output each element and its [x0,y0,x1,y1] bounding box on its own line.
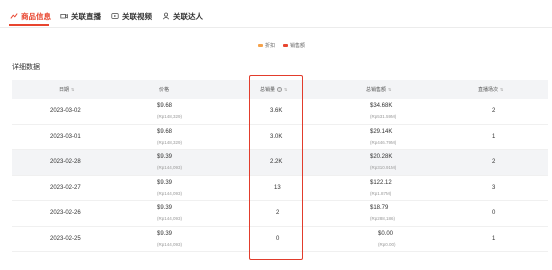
cell-streams: 0 [492,210,496,216]
cell-gmv-sub: (Rp1.87M) [370,190,392,196]
cell-gmv: $122.12 [370,179,392,186]
legend-label: 销售额 [290,43,306,49]
cell-date: 2023-02-25 [50,235,81,242]
cell-date: 2023-02-27 [50,184,81,191]
sort-icon[interactable]: ⇅ [500,87,503,92]
live-camera-icon [60,13,68,19]
cell-streams: 1 [492,235,496,242]
sort-icon[interactable]: ⇅ [71,87,74,92]
tab-label: 关联视频 [122,11,152,21]
cell-date: 2023-03-02 [50,108,81,114]
column-label: 价格 [159,87,170,93]
cell-price-sub: (Rp144,093) [157,241,183,247]
cell-price: $9.68 [157,128,173,135]
tab-related-influencer[interactable]: 关联达人 [162,9,203,23]
video-play-icon [111,13,119,19]
cell-gmv-sub: (Rp0.00) [378,241,396,247]
sort-icon[interactable]: ⇅ [388,87,391,92]
sales-column-highlight [249,75,303,260]
cell-price: $9.39 [157,154,173,160]
person-icon [162,12,170,20]
cell-gmv-sub: (Rp531.59M) [370,114,397,119]
cell-date: 2023-03-01 [50,133,81,140]
column-label: 直播场次 [478,87,499,93]
tab-product-info[interactable]: 商品信息 [10,9,51,23]
cell-date: 2023-02-28 [50,159,81,165]
column-label: 日期 [59,87,70,93]
tab-related-video[interactable]: 关联视频 [111,9,152,23]
cell-streams: 2 [492,108,496,114]
cell-streams: 3 [492,184,496,191]
cell-price-sub: (Rp144,093) [157,165,183,170]
tab-label: 关联直播 [71,11,101,21]
cell-gmv: $18.79 [370,205,389,211]
tab-label: 商品信息 [21,11,51,21]
cell-gmv: $20.28K [370,154,393,160]
column-header-gmv[interactable]: 总销售额 ⇅ [366,86,391,93]
tab-related-live[interactable]: 关联直播 [60,9,101,23]
legend-swatch [258,44,263,47]
tab-label: 关联达人 [173,11,203,21]
cell-gmv: $29.14K [370,128,393,135]
column-header-price: 价格 [159,86,169,93]
cell-gmv-sub: (Rp446.79M) [370,139,397,145]
legend-swatch [283,44,289,47]
cell-gmv-sub: (Rp288,186) [370,216,396,221]
cell-gmv: $34.68K [370,103,393,109]
section-title: 详细数据 [12,64,40,71]
cell-price: $9.39 [157,205,173,211]
cell-price: $9.39 [157,179,173,186]
cell-streams: 1 [492,133,496,140]
cell-price-sub: (Rp144,093) [157,216,183,221]
chart-legend: 折扣 销售额 [258,42,305,49]
cell-price-sub: (Rp144,093) [157,190,183,196]
cell-price-sub: (Rp148,329) [157,114,183,119]
cell-price: $9.39 [157,230,173,237]
cell-streams: 2 [492,159,496,165]
column-label: 总销售额 [366,87,387,93]
cell-date: 2023-02-26 [50,210,81,216]
cell-gmv: $0.00 [378,230,394,237]
cell-gmv-sub: (Rp310.91M) [370,165,397,170]
cell-price-sub: (Rp148,329) [157,139,183,145]
cell-price: $9.68 [157,103,173,109]
legend-item-sales[interactable]: 销售额 [283,42,305,49]
column-header-date[interactable]: 日期 ⇅ [59,86,74,93]
tab-bar: 商品信息 关联直播 关联视频 关联达人 [0,0,552,28]
legend-label: 折扣 [265,43,276,49]
legend-item-discount[interactable]: 折扣 [258,42,275,49]
column-header-streams[interactable]: 直播场次 ⇅ [478,86,503,93]
chart-icon [10,13,18,19]
active-tab-indicator [9,24,49,26]
